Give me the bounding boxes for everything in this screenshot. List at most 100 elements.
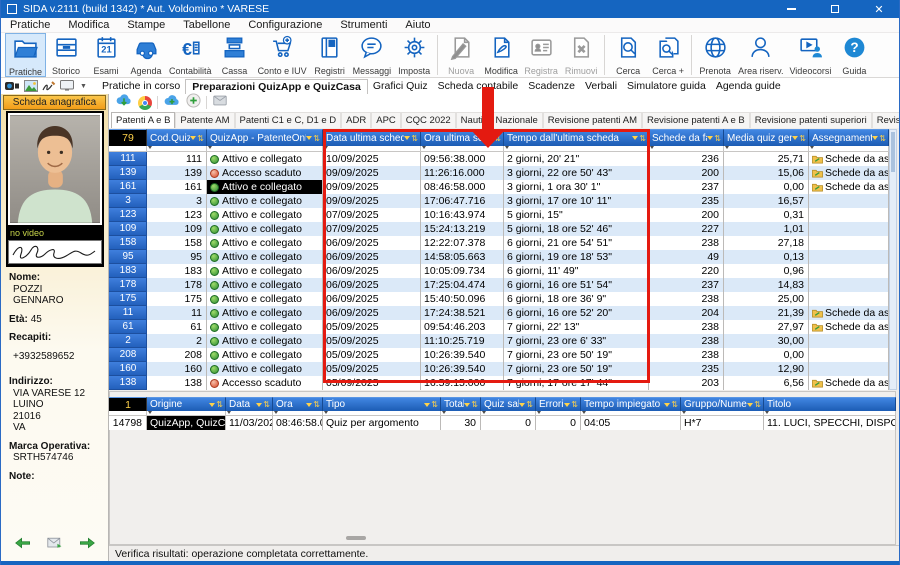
- subtab-preparazioni-quizapp-e-quizcasa[interactable]: Preparazioni QuizApp e QuizCasa: [185, 79, 368, 94]
- toolbar-button-rimuovi[interactable]: Rimuovi: [561, 33, 601, 77]
- results-column-totale[interactable]: Totale⇅: [441, 397, 481, 411]
- menu-item-pratiche[interactable]: Pratiche: [1, 18, 59, 33]
- quiz-row-161[interactable]: 161161Attivo e collegato09/09/202508:46:…: [109, 180, 897, 194]
- chrome-icon[interactable]: [138, 96, 152, 110]
- tab-patente-am[interactable]: Patente AM: [175, 112, 234, 128]
- column-header-ora-ultima-scheda[interactable]: Ora ultima scheda⇅: [421, 129, 504, 146]
- quiz-row-160[interactable]: 160160Attivo e collegato05/09/202510:26:…: [109, 362, 897, 376]
- toolbar-button-contabilit[interactable]: €Contabilità: [166, 33, 215, 77]
- toolbar-button-registra[interactable]: Registra: [521, 33, 561, 77]
- next-arrow-icon[interactable]: [79, 536, 95, 553]
- toolbar-button-prenota[interactable]: Prenota: [695, 33, 735, 77]
- filter-cell[interactable]: [273, 411, 323, 416]
- filter-cell[interactable]: [109, 411, 147, 416]
- menu-item-aiuto[interactable]: Aiuto: [396, 18, 439, 33]
- filter-cell[interactable]: [421, 146, 504, 152]
- cloud-download-icon[interactable]: [115, 93, 133, 112]
- close-button[interactable]: ✕: [857, 0, 900, 18]
- results-column-origine[interactable]: Origine⇅: [147, 397, 226, 411]
- tab-adr[interactable]: ADR: [341, 112, 371, 128]
- toolbar-button-imposta[interactable]: Imposta: [394, 33, 434, 77]
- quiz-row-158[interactable]: 158158Attivo e collegato06/09/202512:22:…: [109, 236, 897, 250]
- results-column-titolo[interactable]: Titolo: [764, 397, 896, 411]
- mail-icon[interactable]: [47, 537, 63, 552]
- minimize-button[interactable]: [769, 0, 813, 18]
- toolbar-button-modifica[interactable]: Modifica: [481, 33, 521, 77]
- filter-cell[interactable]: [147, 411, 226, 416]
- menu-item-stampe[interactable]: Stampe: [118, 18, 174, 33]
- toolbar-button-area-riserv[interactable]: Area riserv.: [735, 33, 786, 77]
- tab-revisione-patenti-superiori[interactable]: Revisione patenti superiori: [750, 112, 872, 128]
- signature-icon[interactable]: [42, 80, 56, 92]
- photo-icon[interactable]: [24, 80, 38, 92]
- menu-item-modifica[interactable]: Modifica: [59, 18, 118, 33]
- results-column-gruppo-numero[interactable]: Gruppo/Numero⇅: [681, 397, 764, 411]
- maximize-button[interactable]: [813, 0, 857, 18]
- quiz-row-208[interactable]: 208208Attivo e collegato05/09/202510:26:…: [109, 348, 897, 362]
- filter-cell[interactable]: [109, 146, 147, 152]
- filter-cell[interactable]: [536, 411, 581, 416]
- webcam-icon[interactable]: [5, 80, 20, 92]
- toolbar-button-cerca[interactable]: Cerca +: [648, 33, 688, 77]
- filter-cell[interactable]: [649, 146, 724, 152]
- subtab-simulatore-guida[interactable]: Simulatore guida: [622, 80, 711, 92]
- quiz-row-95[interactable]: 9595Attivo e collegato06/09/202514:58:05…: [109, 250, 897, 264]
- filter-cell[interactable]: [724, 146, 809, 152]
- results-column-tempo-impiegato[interactable]: Tempo impiegato⇅: [581, 397, 681, 411]
- toolbar-button-guida[interactable]: ?Guida: [834, 33, 874, 77]
- quiz-row-3[interactable]: 33Attivo e collegato09/09/202517:06:47.7…: [109, 194, 897, 208]
- quiz-row-178[interactable]: 178178Attivo e collegato06/09/202517:25:…: [109, 278, 897, 292]
- column-header-schede-da-fare[interactable]: Schede da fare⇅: [649, 129, 724, 146]
- quiz-row-11[interactable]: 1111Attivo e collegato06/09/202517:24:38…: [109, 306, 897, 320]
- toolbar-button-esami[interactable]: 21Esami: [86, 33, 126, 77]
- send-mail-icon[interactable]: [212, 94, 228, 112]
- horizontal-scrollbar[interactable]: [346, 536, 366, 540]
- subtab-pratiche-in-corso[interactable]: Pratiche in corso: [97, 80, 185, 92]
- prev-arrow-icon[interactable]: [15, 536, 31, 553]
- quiz-row-139[interactable]: 139139Accesso scaduto09/09/202511:26:16.…: [109, 166, 897, 180]
- cloud-add-icon[interactable]: [163, 93, 181, 112]
- subtab-agenda-guide[interactable]: Agenda guide: [711, 80, 786, 92]
- filter-cell[interactable]: [147, 146, 207, 152]
- add-circle-icon[interactable]: [186, 93, 201, 113]
- quiz-row-111[interactable]: 111111Attivo e collegato10/09/202509:56:…: [109, 152, 897, 166]
- quiz-row-138[interactable]: 138138Accesso scaduto05/09/202516:59:15.…: [109, 376, 897, 390]
- tab-revisione-patenti-am[interactable]: Revisione patenti AM: [543, 112, 642, 128]
- results-column-data[interactable]: Data⇅: [226, 397, 273, 411]
- menu-item-strumenti[interactable]: Strumenti: [331, 18, 396, 33]
- toolbar-button-nuova[interactable]: Nuova: [441, 33, 481, 77]
- filter-cell[interactable]: [481, 411, 536, 416]
- tab-cqc-2022[interactable]: CQC 2022: [401, 112, 456, 128]
- filter-cell[interactable]: [441, 411, 481, 416]
- subtab-scadenze[interactable]: Scadenze: [523, 80, 580, 92]
- tab-apc[interactable]: APC: [371, 112, 401, 128]
- filter-cell[interactable]: [207, 146, 323, 152]
- toolbar-button-registri[interactable]: Registri: [310, 33, 350, 77]
- column-header-media-quiz-generale[interactable]: Media quiz generale⇅: [724, 129, 809, 146]
- filter-cell[interactable]: [323, 411, 441, 416]
- quiz-row-61[interactable]: 6161Attivo e collegato05/09/202509:54:46…: [109, 320, 897, 334]
- subtab-verbali[interactable]: Verbali: [580, 80, 622, 92]
- tab-patenti-c1-e-c-d1-e-d[interactable]: Patenti C1 e C, D1 e D: [235, 112, 342, 128]
- tab-nautica-nazionale[interactable]: Nautica Nazionale: [456, 112, 543, 128]
- filter-cell[interactable]: [323, 146, 421, 152]
- column-header-assegnamento-schede[interactable]: Assegnamento schede⇅: [809, 129, 889, 146]
- toolbar-button-storico[interactable]: Storico: [46, 33, 86, 77]
- column-header-data-ultima-scheda[interactable]: Data ultima scheda⇅: [323, 129, 421, 146]
- toolbar-button-messaggi[interactable]: Messaggi: [350, 33, 395, 77]
- toolbar-button-videocorsi[interactable]: Videocorsi: [786, 33, 834, 77]
- tab-patenti-a-e-b[interactable]: Patenti A e B: [111, 112, 175, 128]
- filter-cell[interactable]: [581, 411, 681, 416]
- toolbar-button-pratiche[interactable]: Pratiche: [5, 33, 46, 77]
- quiz-row-109[interactable]: 109109Attivo e collegato07/09/202515:24:…: [109, 222, 897, 236]
- toolbar-button-agenda[interactable]: Agenda: [126, 33, 166, 77]
- subtab-grafici-quiz[interactable]: Grafici Quiz: [368, 80, 433, 92]
- tab-revisione-patenti-a-e-b[interactable]: Revisione patenti A e B: [642, 112, 750, 128]
- result-row-14798[interactable]: 14798QuizApp, QuizCasa11/03/202508:46:58…: [109, 416, 896, 430]
- monitor-icon[interactable]: [60, 80, 76, 92]
- results-column-ora[interactable]: Ora⇅: [273, 397, 323, 411]
- filter-cell[interactable]: [764, 411, 896, 416]
- toolbar-button-conto-e-iuv[interactable]: Conto e IUV: [255, 33, 310, 77]
- quiz-row-183[interactable]: 183183Attivo e collegato06/09/202510:05:…: [109, 264, 897, 278]
- menu-item-tabellone[interactable]: Tabellone: [174, 18, 239, 33]
